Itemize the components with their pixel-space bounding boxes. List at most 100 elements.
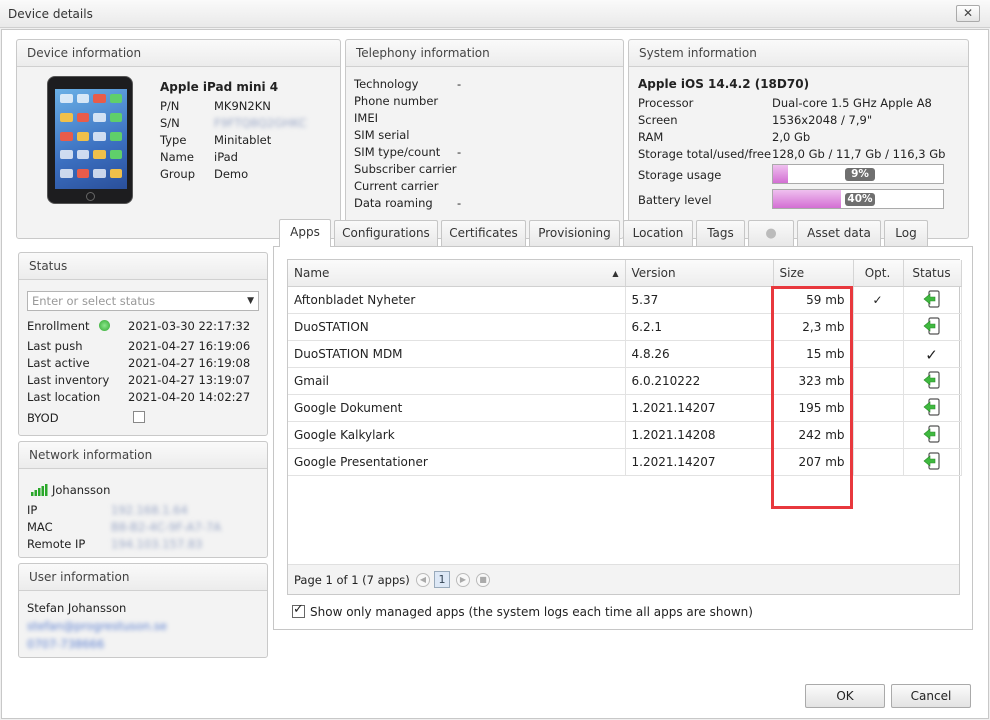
status-value: 2021-04-27 13:19:07 — [128, 373, 251, 387]
status-label: Last location — [27, 390, 101, 404]
tab-configurations[interactable]: Configurations — [334, 220, 438, 246]
tab-apps[interactable]: Apps — [279, 219, 331, 247]
sys-label: Storage total/used/free — [638, 147, 772, 161]
app-name: DuoSTATION MDM — [288, 340, 626, 368]
col-header-name[interactable]: Name ▲ — [288, 260, 626, 287]
close-icon[interactable]: ✕ — [956, 5, 980, 22]
enrollment-status-icon — [99, 320, 110, 331]
tab-apple[interactable]: ● — [748, 220, 794, 246]
apple-icon: ● — [765, 226, 777, 241]
app-status — [903, 421, 962, 449]
last-page-icon[interactable]: ■ — [476, 573, 490, 587]
device-sn-value: F9FTQ8Q2GHKC — [214, 116, 307, 130]
app-size: 207 mb — [773, 448, 854, 476]
install-icon[interactable] — [923, 371, 941, 392]
app-version: 6.2.1 — [625, 313, 774, 341]
tab-location[interactable]: Location — [623, 220, 693, 246]
app-name: DuoSTATION — [288, 313, 626, 341]
app-version: 1.2021.14207 — [625, 394, 774, 422]
net-value: B8-B2-4C-9F-A7-7A — [111, 520, 222, 534]
app-status — [903, 286, 962, 314]
app-optional — [853, 394, 904, 422]
user-email-link[interactable]: stefan@progrestuson.se — [27, 619, 167, 633]
net-label: IP — [27, 503, 38, 517]
app-name: Google Dokument — [288, 394, 626, 422]
user-name: Stefan Johansson — [27, 601, 127, 615]
status-header: Status — [19, 253, 267, 280]
app-size: 242 mb — [773, 421, 854, 449]
tel-label: Current carrier — [354, 179, 439, 193]
ok-button[interactable]: OK — [805, 684, 885, 708]
next-page-icon[interactable]: ▶ — [456, 573, 470, 587]
app-status: ✓ — [903, 340, 962, 368]
check-icon: ✓ — [925, 345, 938, 364]
byod-label: BYOD — [27, 411, 59, 425]
app-name: Gmail — [288, 367, 626, 395]
install-icon[interactable] — [923, 425, 941, 446]
col-header-status[interactable]: Status — [903, 260, 962, 287]
app-status — [903, 448, 962, 476]
app-version: 1.2021.14207 — [625, 448, 774, 476]
app-optional — [853, 421, 904, 449]
app-optional: ✓ — [853, 286, 904, 314]
prev-page-icon[interactable]: ◀ — [416, 573, 430, 587]
device-group-value: Demo — [214, 167, 249, 181]
tel-label: SIM serial — [354, 128, 410, 142]
app-size: 323 mb — [773, 367, 854, 395]
device-pn-label: P/N — [160, 99, 180, 113]
sys-label: Screen — [638, 113, 678, 127]
battery-level-bar: 40% — [772, 189, 944, 209]
user-phone-link[interactable]: 0707-738666 — [27, 637, 104, 651]
device-model: Apple iPad mini 4 — [160, 80, 279, 94]
chevron-down-icon[interactable]: ▼ — [247, 292, 254, 310]
status-label: Last push — [27, 339, 83, 353]
sys-value: 2,0 Gb — [772, 130, 811, 144]
tel-value: - — [457, 77, 462, 91]
status-panel: Status Enter or select status ▼ Enrollme… — [18, 252, 268, 436]
sys-value: 1536x2048 / 7,9" — [772, 113, 873, 127]
table-row[interactable]: Google Kalkylark 1.2021.14208 242 mb — [288, 421, 962, 449]
app-version: 6.0.210222 — [625, 367, 774, 395]
table-row[interactable]: Gmail 6.0.210222 323 mb — [288, 367, 962, 395]
os-version: Apple iOS 14.4.2 (18D70) — [638, 77, 810, 91]
table-row[interactable]: Google Presentationer 1.2021.14207 207 mb — [288, 448, 962, 476]
tab-asset-data[interactable]: Asset data — [797, 220, 881, 246]
device-group-label: Group — [160, 167, 196, 181]
page-number-button[interactable]: 1 — [434, 571, 450, 588]
table-row[interactable]: Google Dokument 1.2021.14207 195 mb — [288, 394, 962, 422]
sys-value: Dual-core 1.5 GHz Apple A8 — [772, 96, 932, 110]
col-header-opt[interactable]: Opt. — [853, 260, 904, 287]
table-row[interactable]: DuoSTATION 6.2.1 2,3 mb — [288, 313, 962, 341]
install-icon[interactable] — [923, 317, 941, 338]
tab-log[interactable]: Log — [884, 220, 928, 246]
battery-level-fill — [773, 190, 841, 208]
app-version: 1.2021.14208 — [625, 421, 774, 449]
managed-only-checkbox[interactable]: ✓ — [292, 602, 305, 618]
tel-label: IMEI — [354, 111, 378, 125]
table-row[interactable]: Aftonbladet Nyheter 5.37 59 mb ✓ — [288, 286, 962, 314]
wifi-name: Johansson — [52, 483, 111, 497]
byod-checkbox[interactable] — [133, 411, 145, 423]
tab-provisioning[interactable]: Provisioning — [529, 220, 620, 246]
tab-tags[interactable]: Tags — [696, 220, 745, 246]
app-status — [903, 313, 962, 341]
col-header-size[interactable]: Size — [773, 260, 854, 287]
app-size: 59 mb — [773, 286, 854, 314]
tab-certificates[interactable]: Certificates — [441, 220, 526, 246]
status-select[interactable]: Enter or select status ▼ — [27, 291, 259, 311]
app-size: 2,3 mb — [773, 313, 854, 341]
col-header-version[interactable]: Version — [625, 260, 774, 287]
net-label: MAC — [27, 520, 53, 534]
cancel-button[interactable]: Cancel — [891, 684, 971, 708]
install-icon[interactable] — [923, 290, 941, 311]
install-icon[interactable] — [923, 398, 941, 419]
app-size: 15 mb — [773, 340, 854, 368]
wifi-signal-icon — [31, 484, 48, 496]
app-name: Aftonbladet Nyheter — [288, 286, 626, 314]
status-value: 2021-04-27 16:19:06 — [128, 339, 251, 353]
app-name: Google Presentationer — [288, 448, 626, 476]
install-icon[interactable] — [923, 452, 941, 473]
device-info-header: Device information — [17, 40, 340, 67]
app-version: 5.37 — [625, 286, 774, 314]
table-row[interactable]: DuoSTATION MDM 4.8.26 15 mb ✓ — [288, 340, 962, 368]
